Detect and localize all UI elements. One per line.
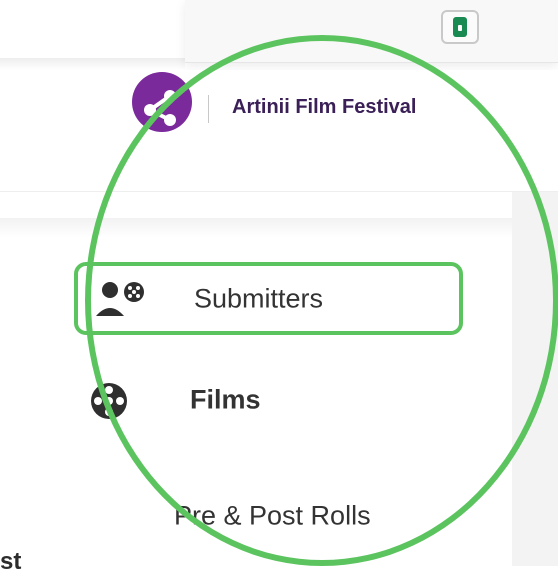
top-shadow: [0, 58, 185, 70]
sidebar-item-label: Films: [190, 384, 261, 415]
lock-button[interactable]: [441, 10, 479, 44]
sidebar-item-films[interactable]: Films: [74, 370, 463, 430]
partial-bottom-text: st: [0, 548, 22, 575]
film-reel-icon: [90, 382, 128, 420]
sidebar-top-shadow: [0, 218, 512, 238]
sidebar-item-pre-post-rolls[interactable]: Pre & Post Rolls: [74, 486, 463, 546]
brand-logo[interactable]: [132, 72, 192, 132]
brand-divider: [208, 95, 209, 123]
sidebar-item-submitters[interactable]: Submitters: [74, 262, 463, 335]
sidebar-item-label: Submitters: [194, 283, 324, 313]
lock-area: [185, 0, 558, 63]
share-network-icon: [144, 90, 176, 126]
lock-icon: [453, 17, 467, 37]
user-reel-icon: [94, 280, 148, 320]
sidebar-item-label: Pre & Post Rolls: [174, 500, 371, 531]
header-band: [0, 70, 558, 193]
brand-title: Artinii Film Festival: [232, 96, 417, 118]
sidebar-right-panel: [512, 192, 558, 566]
